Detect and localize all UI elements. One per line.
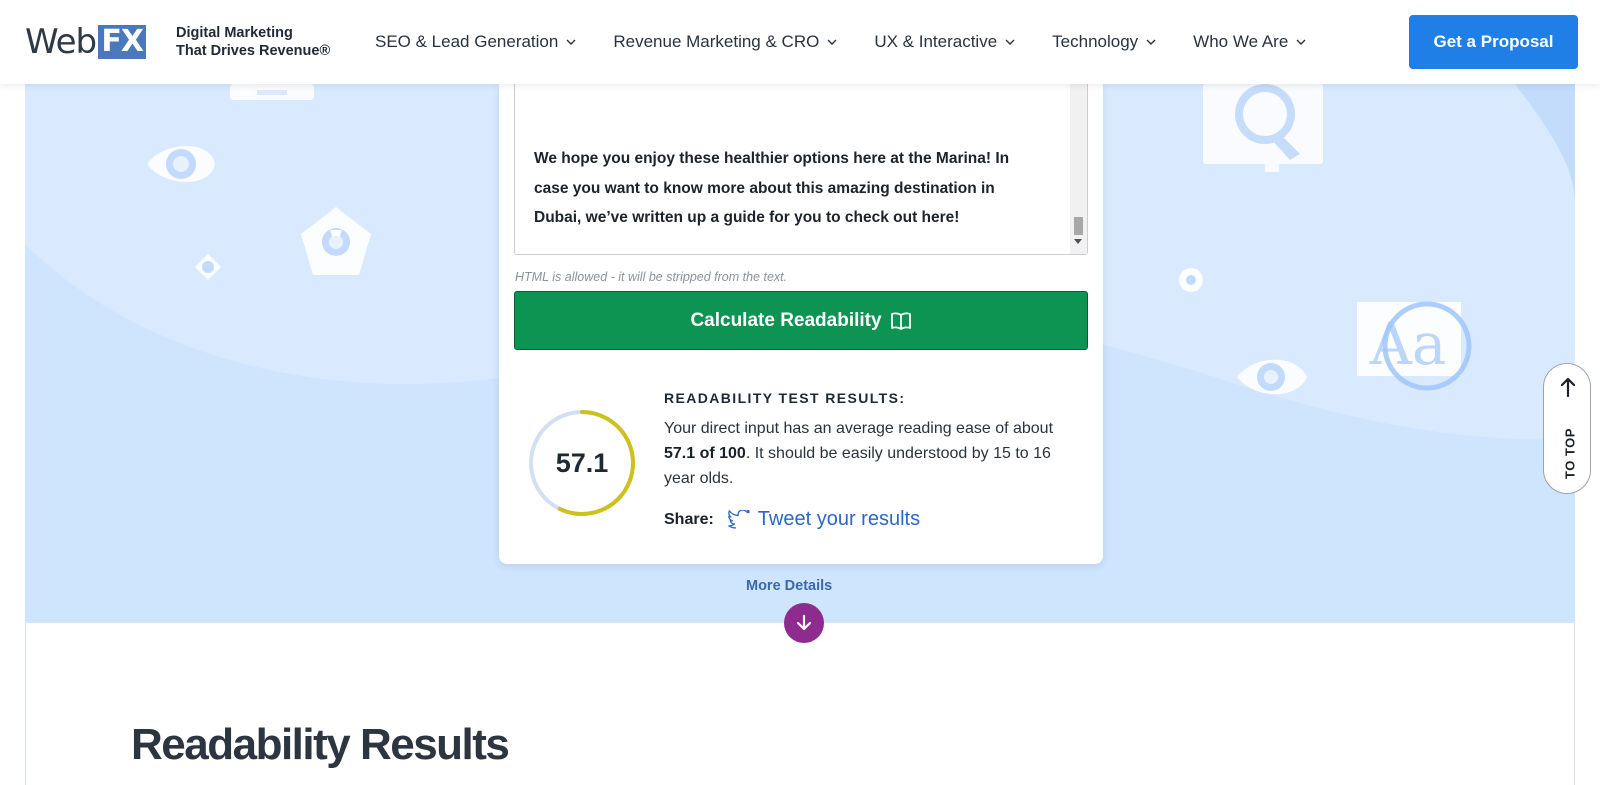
nav-item-label: Revenue Marketing & CRO (613, 32, 820, 51)
nav-item-label: Who We Are (1193, 32, 1289, 51)
share-row: Share: Tweet your results (664, 508, 920, 531)
share-label: Share: (664, 510, 714, 528)
logo-web-text: Web (25, 22, 97, 62)
tagline-line-1: Digital Marketing (176, 25, 293, 41)
to-top-label: TO TOP (1562, 428, 1578, 479)
text-input-area[interactable]: We hope you enjoy these healthier option… (514, 84, 1088, 255)
text-input-content: We hope you enjoy these healthier option… (534, 150, 1010, 226)
document-search-icon (1203, 84, 1323, 172)
textarea-scrollbar[interactable] (1070, 84, 1087, 254)
chevron-down-icon (1005, 39, 1015, 45)
nav-item-label: Technology (1052, 32, 1139, 51)
results-text-part-1: Your direct input has an average reading… (664, 420, 1054, 437)
readability-tool-card: We hope you enjoy these healthier option… (499, 84, 1103, 564)
results-heading: READABILITY TEST RESULTS: (664, 390, 906, 406)
readability-results-heading: Readability Results (131, 720, 510, 769)
scrollbar-thumb[interactable] (1074, 217, 1083, 235)
font-aa-icon: Aa (1357, 301, 1472, 391)
html-allowed-hint: HTML is allowed - it will be stripped fr… (515, 270, 788, 284)
main-nav: SEO & Lead Generation Revenue Marketing … (375, 32, 1343, 52)
to-top-label-wrap: TO TOP (1554, 424, 1584, 484)
tweet-link-label: Tweet your results (757, 508, 921, 530)
nav-item-revenue-marketing[interactable]: Revenue Marketing & CRO (613, 32, 838, 52)
tagline-line-2: That Drives Revenue® (176, 43, 331, 59)
chevron-down-icon (1296, 39, 1306, 45)
scroll-down-arrow-icon[interactable] (1074, 239, 1082, 244)
arrow-up-icon (1560, 377, 1576, 398)
tweet-results-link[interactable]: Tweet your results (728, 508, 920, 531)
nav-item-technology[interactable]: Technology (1052, 32, 1157, 52)
calculate-button-label: Calculate Readability (690, 309, 882, 331)
tagline: Digital Marketing That Drives Revenue® (176, 24, 330, 60)
results-description: Your direct input has an average reading… (664, 416, 1064, 491)
chevron-down-icon (1146, 39, 1156, 45)
more-details-link[interactable]: More Details (746, 578, 832, 594)
nav-item-seo[interactable]: SEO & Lead Generation (375, 32, 577, 52)
arrow-down-icon (796, 614, 812, 631)
nav-item-label: SEO & Lead Generation (375, 32, 559, 51)
nav-item-label: UX & Interactive (874, 32, 998, 51)
twitter-bird-icon (728, 509, 750, 529)
logo-fx-mark: FX (98, 25, 147, 59)
chevron-down-icon (827, 39, 837, 45)
scroll-down-button[interactable] (784, 603, 824, 643)
get-proposal-button[interactable]: Get a Proposal (1409, 15, 1578, 69)
to-top-button[interactable]: TO TOP (1543, 363, 1591, 494)
site-header: Web FX Digital Marketing That Drives Rev… (0, 0, 1600, 84)
svg-text:Aa: Aa (1369, 310, 1446, 378)
open-book-icon (890, 311, 911, 330)
calculate-readability-button[interactable]: Calculate Readability (514, 291, 1088, 350)
nav-item-ux[interactable]: UX & Interactive (874, 32, 1016, 52)
webfx-logo[interactable]: Web FX (25, 22, 147, 62)
nav-item-who-we-are[interactable]: Who We Are (1193, 32, 1307, 52)
content-frame-left (25, 623, 26, 785)
monitor-icon (230, 84, 314, 100)
chevron-down-icon (566, 39, 576, 45)
ring-icon (1179, 268, 1203, 292)
content-frame-right (1574, 623, 1575, 785)
results-score-strong: 57.1 of 100 (664, 445, 746, 462)
readability-score-value: 57.1 (555, 448, 609, 478)
